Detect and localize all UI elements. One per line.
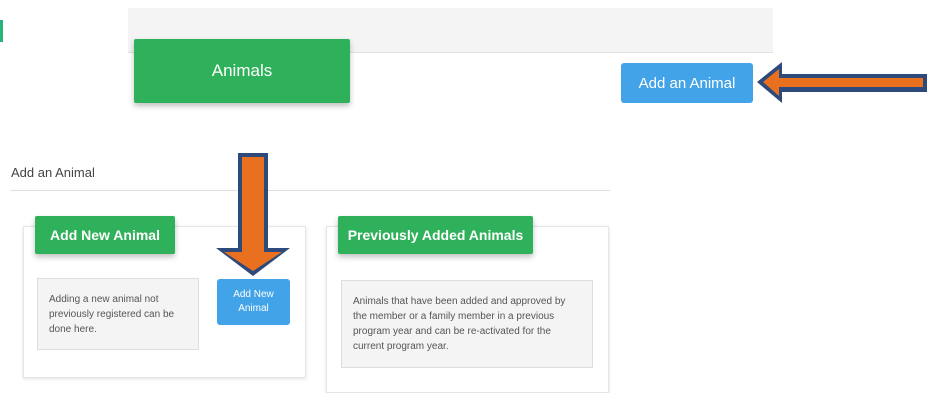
arrow-down-icon xyxy=(216,153,290,276)
arrow-left-icon xyxy=(757,62,927,103)
annotation-arrows xyxy=(216,62,927,276)
